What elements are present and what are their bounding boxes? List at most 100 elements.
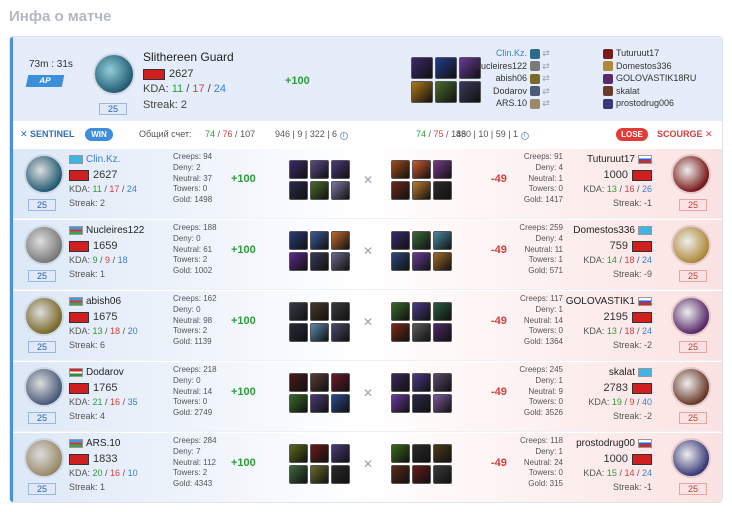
item-icon[interactable] [435, 57, 457, 79]
player-name-text[interactable]: Tuturuut17 [587, 154, 635, 165]
player-name-text[interactable]: Clin.Kz. [86, 154, 120, 165]
item-icon[interactable] [391, 444, 410, 463]
item-icon[interactable] [331, 323, 350, 342]
sentinel-hero-avatar[interactable] [24, 367, 64, 407]
scourge-hero-avatar[interactable] [671, 154, 711, 194]
scourge-player-entry[interactable]: Tuturuut17 [603, 47, 696, 60]
sentinel-player-entry[interactable]: Dodarov ⇄ [474, 85, 552, 98]
item-icon[interactable] [289, 302, 308, 321]
item-icon[interactable] [391, 302, 410, 321]
player-name-text[interactable]: prostodrug00 [576, 438, 635, 449]
player-name-text[interactable]: skalat [609, 367, 635, 378]
sentinel-hero-avatar[interactable] [24, 296, 64, 336]
item-icon[interactable] [412, 444, 431, 463]
item-icon[interactable] [411, 57, 433, 79]
sentinel-hero-avatar[interactable] [24, 438, 64, 478]
player-name-text[interactable]: Domestos336 [573, 225, 635, 236]
item-icon[interactable] [412, 394, 431, 413]
mvp-hero-avatar[interactable] [93, 53, 135, 95]
player-name[interactable]: skalat [616, 86, 640, 96]
sentinel-player-name[interactable]: Nucleires122 [69, 225, 144, 236]
item-icon[interactable] [411, 81, 433, 103]
item-icon[interactable] [433, 252, 452, 271]
item-icon[interactable] [412, 465, 431, 484]
item-icon[interactable] [310, 252, 329, 271]
item-icon[interactable] [433, 373, 452, 392]
item-icon[interactable] [289, 394, 308, 413]
sentinel-player-name[interactable]: Clin.Kz. [69, 154, 120, 165]
info-icon[interactable]: i [339, 132, 348, 140]
item-icon[interactable] [331, 160, 350, 179]
sentinel-player-name[interactable]: Dodarov [69, 367, 124, 378]
item-icon[interactable] [433, 323, 452, 342]
item-icon[interactable] [331, 394, 350, 413]
sentinel-player-name[interactable]: abish06 [69, 296, 121, 307]
item-icon[interactable] [289, 252, 308, 271]
item-icon[interactable] [331, 231, 350, 250]
item-icon[interactable] [391, 252, 410, 271]
item-icon[interactable] [310, 444, 329, 463]
item-icon[interactable] [310, 231, 329, 250]
item-icon[interactable] [412, 373, 431, 392]
item-icon[interactable] [433, 231, 452, 250]
item-icon[interactable] [289, 181, 308, 200]
player-name[interactable]: Clin.Kz. [496, 48, 527, 58]
scourge-player-name[interactable]: Tuturuut17 [587, 154, 652, 165]
item-icon[interactable] [331, 181, 350, 200]
item-icon[interactable] [391, 373, 410, 392]
item-icon[interactable] [310, 373, 329, 392]
item-icon[interactable] [433, 160, 452, 179]
item-icon[interactable] [310, 160, 329, 179]
item-icon[interactable] [391, 160, 410, 179]
sentinel-hero-avatar[interactable] [24, 225, 64, 265]
sentinel-player-entry[interactable]: Clin.Kz. ⇄ [474, 47, 552, 60]
item-icon[interactable] [391, 181, 410, 200]
scourge-player-name[interactable]: Domestos336 [573, 225, 652, 236]
player-name[interactable]: Domestos336 [616, 61, 672, 71]
item-icon[interactable] [391, 231, 410, 250]
scourge-player-entry[interactable]: Domestos336 [603, 60, 696, 73]
item-icon[interactable] [412, 252, 431, 271]
item-icon[interactable] [412, 160, 431, 179]
item-icon[interactable] [289, 444, 308, 463]
player-name[interactable]: abish06 [495, 73, 527, 83]
item-icon[interactable] [433, 444, 452, 463]
scourge-player-entry[interactable]: GOLOVASTIK18RU [603, 72, 696, 85]
item-icon[interactable] [310, 394, 329, 413]
item-icon[interactable] [391, 323, 410, 342]
player-name[interactable]: Tuturuut17 [616, 48, 659, 58]
item-icon[interactable] [331, 252, 350, 271]
item-icon[interactable] [289, 160, 308, 179]
item-icon[interactable] [412, 302, 431, 321]
scourge-hero-avatar[interactable] [671, 367, 711, 407]
sentinel-player-entry[interactable]: Nucleires122 ⇄ [474, 60, 552, 73]
item-icon[interactable] [310, 181, 329, 200]
player-name-text[interactable]: abish06 [86, 296, 121, 307]
item-icon[interactable] [310, 323, 329, 342]
player-name-text[interactable]: Nucleires122 [86, 225, 144, 236]
sentinel-player-entry[interactable]: ARS.10 ⇄ [474, 97, 552, 110]
item-icon[interactable] [289, 373, 308, 392]
item-icon[interactable] [391, 465, 410, 484]
item-icon[interactable] [331, 444, 350, 463]
item-icon[interactable] [412, 231, 431, 250]
item-icon[interactable] [435, 81, 457, 103]
scourge-hero-avatar[interactable] [671, 225, 711, 265]
scourge-hero-avatar[interactable] [671, 438, 711, 478]
player-name[interactable]: Nucleires122 [474, 61, 527, 71]
player-name[interactable]: Dodarov [493, 86, 527, 96]
item-icon[interactable] [433, 465, 452, 484]
item-icon[interactable] [331, 302, 350, 321]
item-icon[interactable] [433, 394, 452, 413]
player-name-text[interactable]: GOLOVASTIK1 [566, 296, 635, 307]
item-icon[interactable] [331, 465, 350, 484]
sentinel-hero-avatar[interactable] [24, 154, 64, 194]
sentinel-player-entry[interactable]: abish06 ⇄ [474, 72, 552, 85]
scourge-player-name[interactable]: prostodrug00 [576, 438, 652, 449]
sentinel-player-name[interactable]: ARS.10 [69, 438, 120, 449]
player-name[interactable]: GOLOVASTIK18RU [616, 73, 696, 83]
item-icon[interactable] [289, 231, 308, 250]
player-name[interactable]: ARS.10 [496, 98, 527, 108]
scourge-player-entry[interactable]: prostodrug006 [603, 97, 696, 110]
mvp-player-name[interactable]: Slithereen Guard [143, 50, 234, 64]
